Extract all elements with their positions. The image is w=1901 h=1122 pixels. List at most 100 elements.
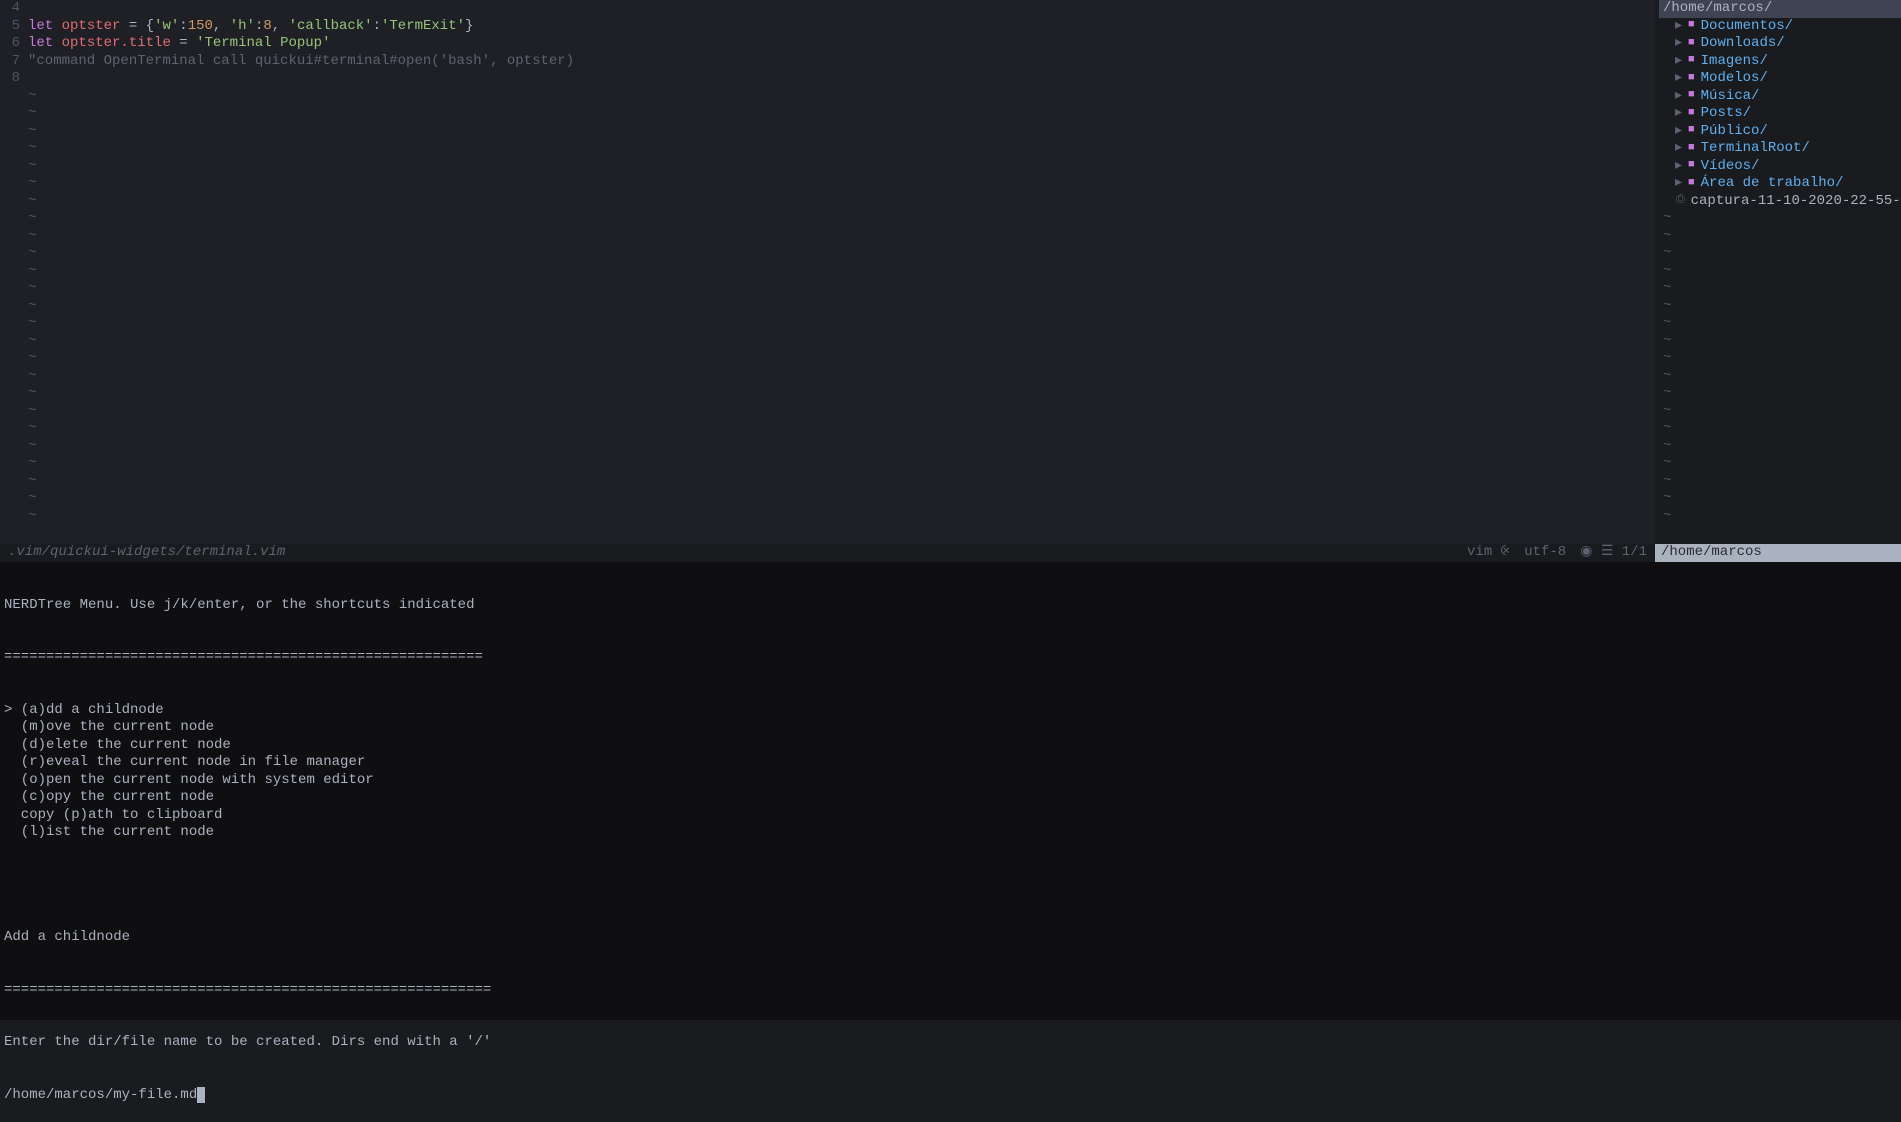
empty-line-tilde: ~ — [28, 403, 1655, 421]
empty-line-tilde: ~ — [28, 263, 1655, 281]
empty-line-tilde: ~ — [28, 420, 1655, 438]
chevron-right-icon[interactable]: ▸ — [1675, 158, 1682, 176]
empty-line-tilde: ~ — [1659, 263, 1901, 281]
prompt-title: Add a childnode — [4, 929, 1897, 947]
code-line[interactable] — [28, 0, 1655, 18]
statusline-position: ◉ ☰ 1/1 — [1580, 544, 1647, 562]
chevron-right-icon[interactable]: ▸ — [1675, 123, 1682, 141]
tree-directory[interactable]: ▸■Público/ — [1659, 123, 1901, 141]
chevron-right-icon[interactable]: ▸ — [1675, 70, 1682, 88]
empty-line-tilde: ~ — [1659, 490, 1901, 508]
empty-line-tilde: ~ — [1659, 455, 1901, 473]
menu-item[interactable]: (l)ist the current node — [4, 824, 1897, 842]
tree-file[interactable]: ⎙ captura-11-10-2020-22-55-3 — [1659, 193, 1901, 211]
folder-icon: ■ — [1688, 142, 1695, 156]
menu-item[interactable]: (c)opy the current node — [4, 789, 1897, 807]
empty-line-tilde: ~ — [28, 140, 1655, 158]
tree-item-label: Posts/ — [1701, 105, 1751, 123]
chevron-right-icon[interactable]: ▸ — [1675, 88, 1682, 106]
tree-directory[interactable]: ▸ ■ Imagens/ — [1659, 53, 1901, 71]
chevron-right-icon[interactable]: ▸ — [1675, 175, 1682, 193]
code-line[interactable]: let optster = {'w':150, 'h':8, 'callback… — [28, 18, 1655, 36]
line-number: 6 — [0, 35, 20, 53]
empty-line-tilde: ~ — [28, 473, 1655, 491]
empty-line-tilde: ~ — [28, 193, 1655, 211]
folder-icon: ■ — [1688, 72, 1695, 86]
tree-directory[interactable]: ▸ ■ Modelos/ — [1659, 70, 1901, 88]
tree-directory[interactable]: ▸ ■ Posts/ — [1659, 105, 1901, 123]
statusline-filetype: vim ⨴ — [1467, 544, 1510, 562]
tree-item-label: TerminalRoot/ — [1701, 140, 1810, 158]
empty-line-tilde: ~ — [28, 175, 1655, 193]
empty-line-tilde: ~ — [1659, 368, 1901, 386]
tree-directory[interactable]: ▸ ■ Documentos/ — [1659, 18, 1901, 36]
empty-line-tilde: ~ — [28, 455, 1655, 473]
empty-line-tilde: ~ — [28, 490, 1655, 508]
menu-item[interactable]: (r)eveal the current node in file manage… — [4, 754, 1897, 772]
empty-line-tilde: ~ — [28, 350, 1655, 368]
line-number: 4 — [0, 0, 20, 18]
empty-line-tilde: ~ — [1659, 298, 1901, 316]
tree-directory[interactable]: ▸■Música/ — [1659, 88, 1901, 106]
empty-line-tilde: ~ — [1659, 245, 1901, 263]
folder-icon: ■ — [1688, 107, 1695, 121]
folder-icon: ■ — [1688, 19, 1695, 33]
code-line[interactable] — [28, 70, 1655, 88]
empty-line-tilde: ~ — [1659, 210, 1901, 228]
menu-item[interactable]: (d)elete the current node — [4, 737, 1897, 755]
empty-line-tilde: ~ — [1659, 403, 1901, 421]
command-area[interactable]: NERDTree Menu. Use j/k/enter, or the sho… — [0, 562, 1901, 1021]
nerdtree-root-path[interactable]: /home/marcos/ — [1659, 0, 1901, 18]
empty-line-tilde: ~ — [28, 333, 1655, 351]
empty-line-tilde: ~ — [1659, 350, 1901, 368]
empty-line-tilde: ~ — [28, 228, 1655, 246]
tree-directory[interactable]: ▸■Downloads/ — [1659, 35, 1901, 53]
empty-line-tilde: ~ — [1659, 438, 1901, 456]
main-split: 45678 let optster = {'w':150, 'h':8, 'ca… — [0, 0, 1901, 544]
empty-line-tilde: ~ — [28, 105, 1655, 123]
tree-item-label: Downloads/ — [1701, 35, 1785, 53]
line-number: 7 — [0, 53, 20, 71]
empty-line-tilde: ~ — [1659, 420, 1901, 438]
empty-line-tilde: ~ — [1659, 315, 1901, 333]
editor-pane[interactable]: 45678 let optster = {'w':150, 'h':8, 'ca… — [0, 0, 1655, 544]
menu-item[interactable]: > (a)dd a childnode — [4, 702, 1897, 720]
folder-icon: ■ — [1688, 89, 1695, 103]
divider: ========================================… — [4, 982, 1897, 1000]
folder-icon: ■ — [1688, 54, 1695, 68]
tree-item-label: Modelos/ — [1701, 70, 1768, 88]
chevron-right-icon[interactable]: ▸ — [1675, 53, 1682, 71]
line-number: 8 — [0, 70, 20, 88]
line-number: 5 — [0, 18, 20, 36]
empty-line-tilde: ~ — [28, 123, 1655, 141]
tree-item-label: Imagens/ — [1701, 53, 1768, 71]
chevron-right-icon[interactable]: ▸ — [1675, 35, 1682, 53]
empty-line-tilde: ~ — [28, 438, 1655, 456]
menu-item[interactable]: (o)pen the current node with system edit… — [4, 772, 1897, 790]
empty-line-tilde: ~ — [28, 245, 1655, 263]
chevron-right-icon[interactable]: ▸ — [1675, 18, 1682, 36]
code-line[interactable]: "command OpenTerminal call quickui#termi… — [28, 53, 1655, 71]
menu-item[interactable]: copy (p)ath to clipboard — [4, 807, 1897, 825]
tree-item-label: captura-11-10-2020-22-55-3 — [1691, 193, 1901, 211]
file-icon: ⎙ — [1676, 194, 1685, 208]
chevron-right-icon[interactable]: ▸ — [1675, 140, 1682, 158]
empty-line-tilde: ~ — [28, 210, 1655, 228]
tree-directory[interactable]: ▸ ■ TerminalRoot/ — [1659, 140, 1901, 158]
nerdtree-pane[interactable]: /home/marcos/ ▸■Documentos/▸■Downloads/▸… — [1655, 0, 1901, 544]
tree-directory[interactable]: ▸■Área de trabalho/ — [1659, 175, 1901, 193]
code-line[interactable]: let optster.title = 'Terminal Popup' — [28, 35, 1655, 53]
tree-item-label: Documentos/ — [1701, 18, 1793, 36]
code-editor[interactable]: let optster = {'w':150, 'h':8, 'callback… — [28, 0, 1655, 544]
statusline-filepath: .vim/quickui-widgets/terminal.vim — [0, 544, 1467, 562]
empty-line-tilde: ~ — [1659, 280, 1901, 298]
empty-line-tilde: ~ — [28, 158, 1655, 176]
empty-line-tilde: ~ — [28, 298, 1655, 316]
chevron-right-icon[interactable]: ▸ — [1675, 105, 1682, 123]
menu-item[interactable]: (m)ove the current node — [4, 719, 1897, 737]
blank-line — [4, 877, 1897, 895]
tree-directory[interactable]: ▸■Vídeos/ — [1659, 158, 1901, 176]
folder-icon: ■ — [1688, 177, 1695, 191]
empty-line-tilde: ~ — [28, 315, 1655, 333]
prompt-input[interactable]: /home/marcos/my-file.md — [4, 1087, 1897, 1105]
